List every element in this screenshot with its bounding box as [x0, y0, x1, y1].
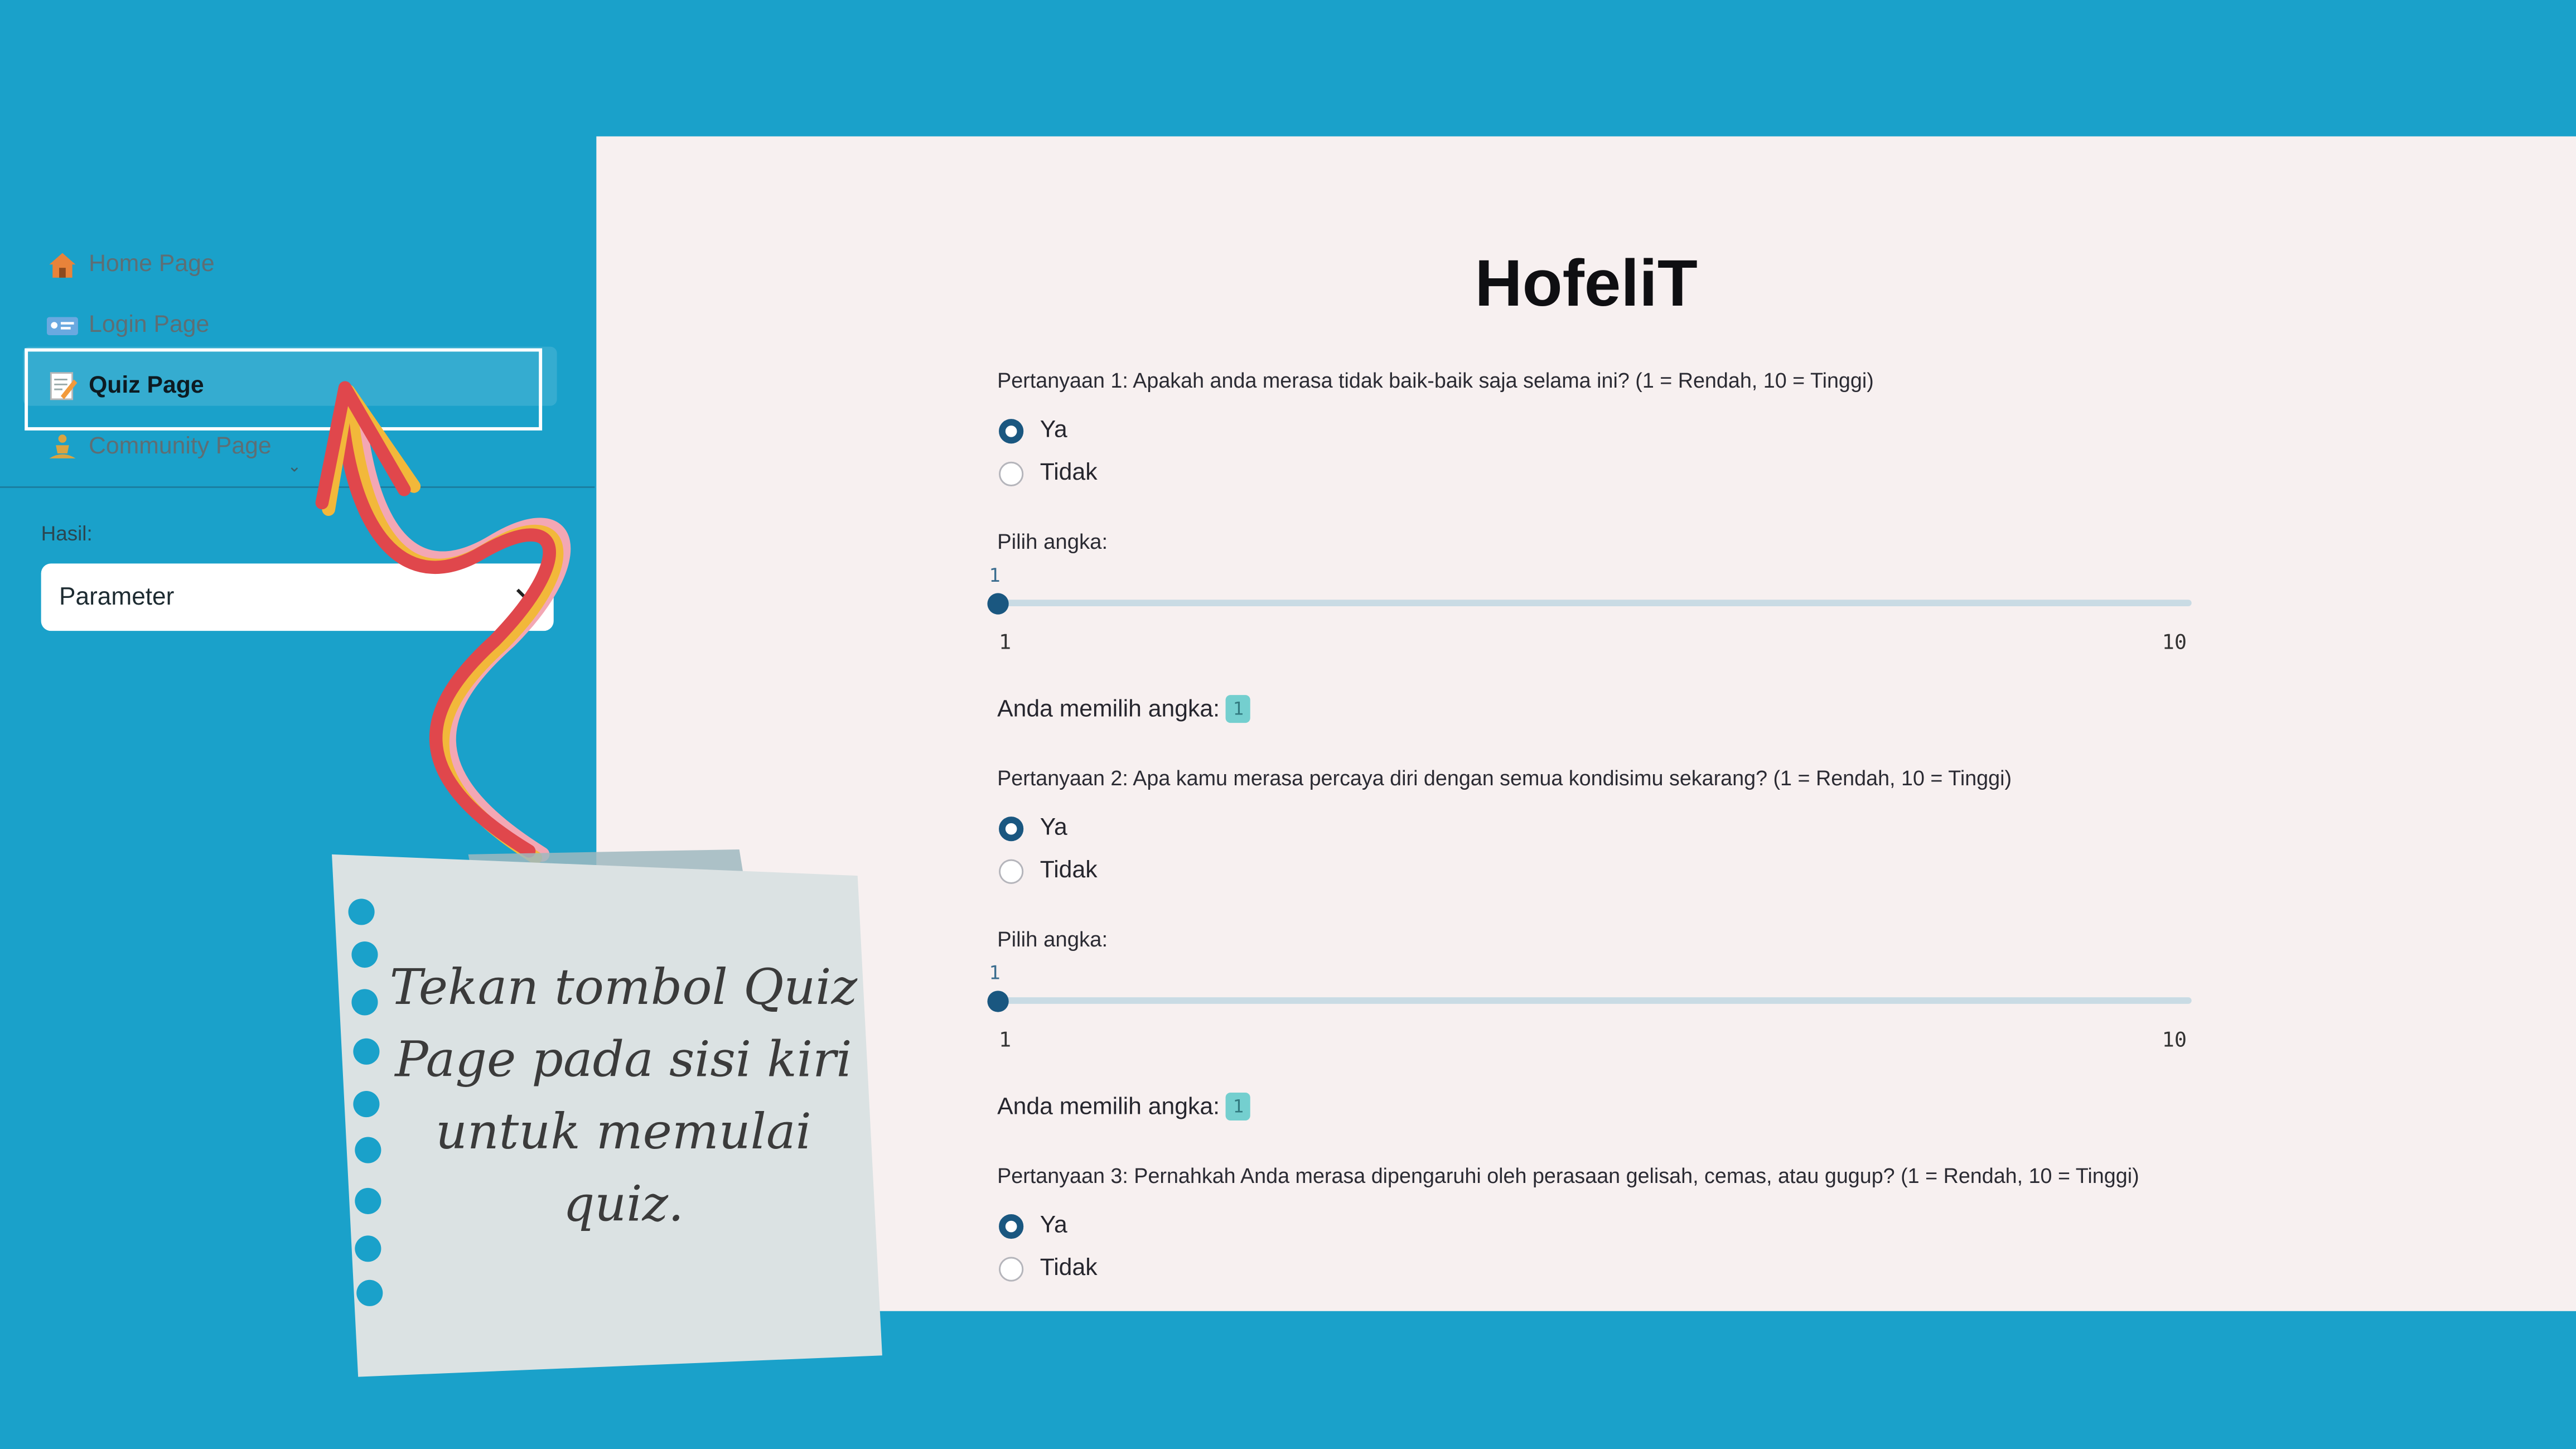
instruction-note: Tekan tombol Quiz Page pada sisi kiri un…: [389, 959, 858, 1234]
curved-arrow-icon: [315, 381, 571, 864]
